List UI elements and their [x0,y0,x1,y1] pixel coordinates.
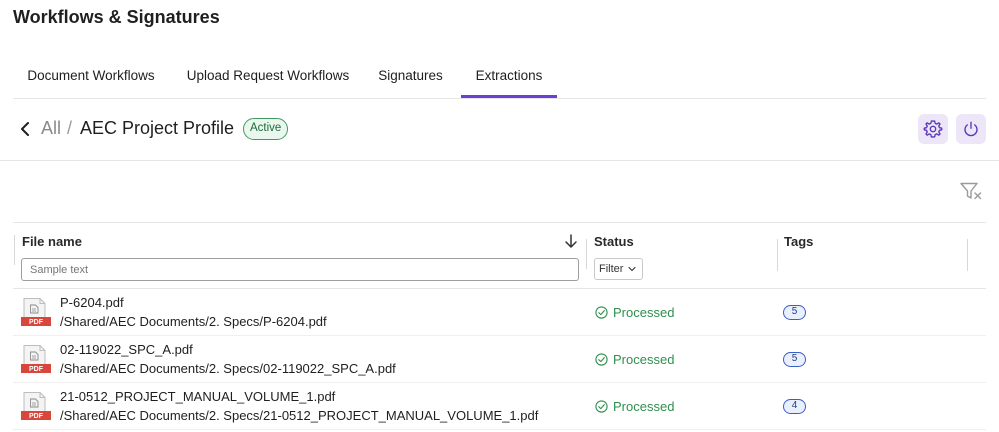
tab-bar: Document Workflows Upload Request Workfl… [13,60,986,99]
breadcrumb-separator: / [67,118,73,138]
column-divider [777,239,778,271]
pdf-file-icon: PDF [21,392,51,420]
page-title: Workflows & Signatures [13,7,220,27]
pdf-file-icon: PDF [21,298,51,326]
status-badge: Active [243,118,289,140]
file-name[interactable]: P-6204.pdf [60,295,124,310]
status-text: Processed [613,305,675,320]
tab-document-workflows[interactable]: Document Workflows [13,60,169,99]
column-divider [14,235,15,265]
breadcrumb-all-link[interactable]: All [41,118,61,139]
file-path: /Shared/AEC Documents/2. Specs/21-0512_P… [60,408,539,423]
check-circle-icon [595,306,608,319]
check-circle-icon [595,400,608,413]
file-name[interactable]: 21-0512_PROJECT_MANUAL_VOLUME_1.pdf [60,389,335,404]
file-name-search-input[interactable] [21,258,579,281]
gear-icon [923,120,943,138]
arrow-down-icon[interactable] [564,233,578,249]
filter-clear-icon[interactable] [960,182,982,200]
power-button[interactable] [956,114,986,144]
table-row[interactable]: PDF P-6204.pdf /Shared/AEC Documents/2. … [13,289,986,336]
table-header: File name Status Filter Tags [13,222,986,289]
status-cell: Processed [595,305,674,320]
file-path: /Shared/AEC Documents/2. Specs/02-119022… [60,361,396,376]
column-divider [586,239,587,269]
file-name[interactable]: 02-119022_SPC_A.pdf [60,342,193,357]
pdf-type-label: PDF [29,413,44,420]
breadcrumb: All / AEC Project Profile Active [0,99,999,161]
check-circle-icon [595,353,608,366]
status-cell: Processed [595,399,674,414]
power-icon [964,121,978,137]
table-row[interactable]: PDF 21-0512_PROJECT_MANUAL_VOLUME_1.pdf … [13,383,986,430]
pdf-type-label: PDF [29,366,44,373]
column-divider [967,239,968,271]
column-header-file-name[interactable]: File name [22,234,82,249]
tab-upload-request-workflows[interactable]: Upload Request Workflows [175,60,361,99]
settings-button[interactable] [918,114,948,144]
tab-signatures[interactable]: Signatures [369,60,452,99]
tag-count-badge[interactable]: 5 [783,352,806,367]
tag-count-badge[interactable]: 5 [783,305,806,320]
pdf-file-icon: PDF [21,345,51,373]
tab-extractions[interactable]: Extractions [461,60,557,99]
column-header-status[interactable]: Status [594,234,634,249]
status-text: Processed [613,352,675,367]
table-row[interactable]: PDF 02-119022_SPC_A.pdf /Shared/AEC Docu… [13,336,986,383]
breadcrumb-current: AEC Project Profile [80,118,235,138]
column-header-tags[interactable]: Tags [784,234,813,249]
files-table: File name Status Filter Tags PDF P-6204.… [13,222,986,430]
file-path: /Shared/AEC Documents/2. Specs/P-6204.pd… [60,314,327,329]
tag-count-badge[interactable]: 4 [783,399,806,414]
status-cell: Processed [595,352,674,367]
chevron-left-icon[interactable] [18,120,32,138]
status-filter-select[interactable]: Filter [594,258,643,280]
status-text: Processed [613,399,675,414]
status-filter-label: Filter [599,263,624,275]
chevron-down-icon [628,266,636,272]
pdf-type-label: PDF [29,319,44,326]
